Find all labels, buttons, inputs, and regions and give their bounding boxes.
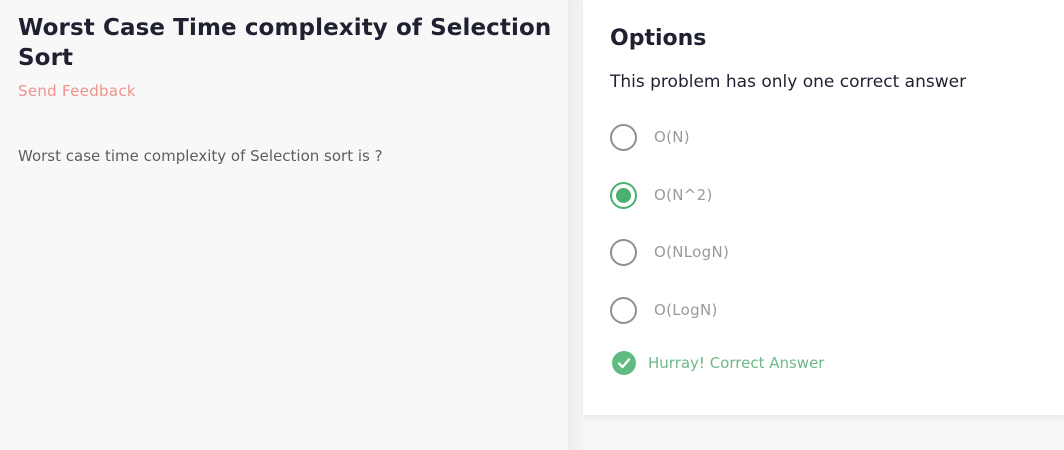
option-1[interactable]: O(N) <box>610 123 1010 151</box>
question-text: Worst case time complexity of Selection … <box>18 147 383 165</box>
problem-title: Worst Case Time complexity of Selection … <box>18 15 552 71</box>
option-label: O(NLogN) <box>654 243 730 261</box>
option-label: O(N^2) <box>654 186 713 204</box>
check-circle-icon <box>612 351 636 375</box>
radio-empty-icon[interactable] <box>610 238 637 266</box>
option-2[interactable]: O(N^2) <box>610 181 1010 209</box>
options-subtitle: This problem has only one correct answer <box>610 72 967 92</box>
option-label: O(N) <box>654 128 690 146</box>
option-label: O(LogN) <box>654 301 718 319</box>
radio-empty-icon[interactable] <box>610 296 637 324</box>
options-panel: Options This problem has only one correc… <box>583 0 1064 415</box>
option-4[interactable]: O(LogN) <box>610 296 1010 324</box>
radio-dot <box>616 187 631 203</box>
result-message: Hurray! Correct Answer <box>612 351 824 375</box>
option-3[interactable]: O(NLogN) <box>610 238 1010 266</box>
page: Worst Case Time complexity of Selection … <box>0 0 1064 450</box>
problem-panel: Worst Case Time complexity of Selection … <box>0 0 569 450</box>
radio-selected-icon[interactable] <box>610 181 637 209</box>
radio-empty-icon[interactable] <box>610 123 637 151</box>
result-text: Hurray! Correct Answer <box>648 354 825 372</box>
options-title: Options <box>610 26 707 51</box>
panel-divider <box>569 0 583 450</box>
send-feedback-link[interactable]: Send Feedback <box>18 82 136 100</box>
